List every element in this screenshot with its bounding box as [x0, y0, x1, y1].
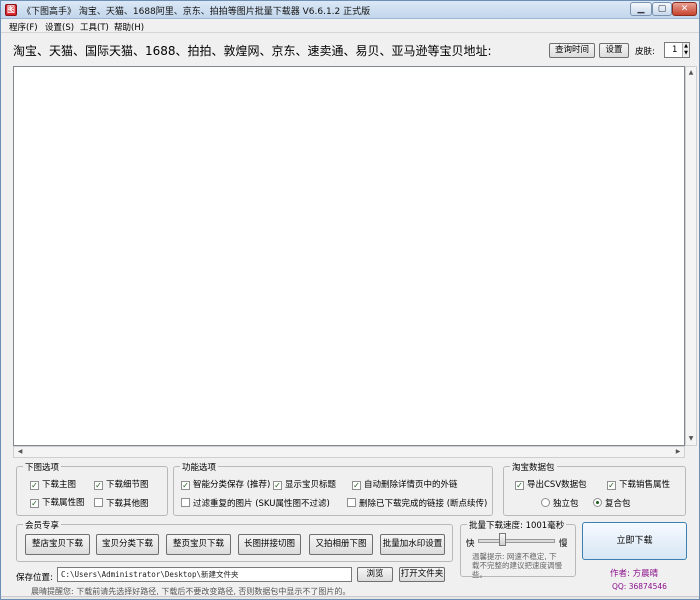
checkbox-remove-external-links[interactable]: ✓ 自动删除详情页中的外链 [352, 480, 458, 491]
checkmark-icon: ✓ [515, 481, 524, 490]
checkbox-attribute-image[interactable]: ✓ 下载属性图 [30, 498, 85, 509]
author-label: 作者: 方晨晴 [610, 569, 659, 579]
checkbox-filter-duplicates[interactable]: 过滤重复的图片 (SKU属性图不过滤) [181, 498, 330, 509]
checkbox-other-image[interactable]: 下载其他图 [94, 498, 149, 509]
horizontal-scrollbar[interactable]: ◀ ▶ [13, 446, 685, 458]
checkmark-icon: ✓ [273, 481, 282, 490]
checkmark-icon: ✓ [30, 499, 39, 508]
checkbox-main-image[interactable]: ✓ 下载主图 [30, 480, 76, 491]
checkbox-download-sales-attr[interactable]: ✓ 下载销售属性 [607, 480, 670, 491]
app-logo-icon: 图 [5, 4, 17, 16]
menu-tools[interactable]: 工具(T) [80, 21, 109, 33]
watermark-settings-button[interactable]: 批量加水印设置 [380, 534, 445, 555]
title-bar[interactable]: 图 《下图高手》 淘宝、天猫、1688阿里、京东、拍拍等图片批量下载器 V6.6… [1, 1, 699, 19]
scroll-left-icon[interactable]: ◀ [14, 447, 26, 457]
menu-help[interactable]: 帮助(H) [114, 21, 144, 33]
checkmark-icon: ✓ [352, 481, 361, 490]
open-folder-button[interactable]: 打开文件夹 [399, 567, 445, 582]
checkbox-detail-image[interactable]: ✓ 下载细节图 [94, 480, 149, 491]
speed-fast-label: 快 [466, 539, 475, 549]
checkbox-show-title[interactable]: ✓ 显示宝贝标题 [273, 480, 336, 491]
function-options-title: 功能选项 [180, 461, 219, 473]
maximize-button[interactable]: ▢ [652, 2, 672, 16]
skin-value: 1 [672, 45, 678, 55]
save-location-label: 保存位置: [16, 573, 53, 583]
long-image-button[interactable]: 长图拼接切图 [238, 534, 301, 555]
scroll-up-icon[interactable]: ▲ [686, 67, 696, 79]
checkmark-icon: ✓ [30, 481, 39, 490]
scroll-right-icon[interactable]: ▶ [672, 447, 684, 457]
app-window: 图 《下图高手》 淘宝、天猫、1688阿里、京东、拍拍等图片批量下载器 V6.6… [0, 0, 700, 600]
speed-slider-thumb[interactable] [499, 533, 506, 546]
download-now-button[interactable]: 立即下载 [582, 522, 687, 560]
menu-settings[interactable]: 设置(S) [45, 21, 74, 33]
address-label: 淘宝、天猫、国际天猫、1688、拍拍、敦煌网、京东、速卖通、易贝、亚马逊等宝贝地… [13, 44, 492, 58]
qq-label: QQ: 36874546 [612, 582, 667, 591]
browse-button[interactable]: 浏览 [357, 567, 393, 582]
checkbox-export-csv[interactable]: ✓ 导出CSV数据包 [515, 480, 587, 491]
stepper-arrows-icon[interactable]: ▲ ▼ [682, 43, 689, 57]
save-path-input[interactable]: C:\Users\Administrator\Desktop\新建文件夹 [57, 567, 352, 582]
speed-slider-track[interactable] [478, 539, 555, 543]
checkmark-icon: ✓ [181, 481, 190, 490]
checkmark-icon: ✓ [94, 481, 103, 490]
close-button[interactable]: ✕ [672, 2, 697, 16]
settings-button[interactable]: 设置 [599, 43, 629, 58]
category-download-button[interactable]: 宝贝分类下载 [96, 534, 159, 555]
shop-download-button[interactable]: 整店宝贝下载 [25, 534, 90, 555]
checkbox-delete-finished-links[interactable]: 删除已下载完成的链接 (断点续传) [347, 498, 487, 509]
speed-hint: 温馨提示: 网速不稳定, 下载不完整的建议把速度调慢些。 [472, 552, 562, 579]
member-title: 会员专享 [23, 519, 62, 531]
query-time-button[interactable]: 查询时间 [549, 43, 595, 58]
speed-title: 批量下载速度: 1001毫秒 [467, 519, 567, 531]
upai-album-button[interactable]: 又拍相册下图 [309, 534, 373, 555]
url-input-area[interactable] [13, 66, 685, 446]
skin-label: 皮肤: [635, 47, 655, 57]
status-bar [1, 596, 699, 599]
skin-stepper[interactable]: 1 ▲ ▼ [664, 42, 690, 58]
page-download-button[interactable]: 整页宝贝下载 [166, 534, 231, 555]
menu-program[interactable]: 程序(F) [9, 21, 38, 33]
vertical-scrollbar[interactable]: ▲ ▼ [685, 66, 697, 446]
window-title: 《下图高手》 淘宝、天猫、1688阿里、京东、拍拍等图片批量下载器 V6.6.1… [22, 7, 371, 17]
checkbox-smart-classify[interactable]: ✓ 智能分类保存 (推荐) [181, 480, 270, 491]
radio-composite-package[interactable]: 复合包 [593, 498, 631, 509]
download-options-title: 下图选项 [23, 461, 62, 473]
minimize-button[interactable]: ▁ [630, 2, 652, 16]
menu-bar: 程序(F) 设置(S) 工具(T) 帮助(H) [1, 19, 699, 33]
scroll-down-icon[interactable]: ▼ [686, 433, 696, 445]
checkmark-icon: ✓ [607, 481, 616, 490]
radio-single-package[interactable]: 独立包 [541, 498, 579, 509]
taobao-package-title: 淘宝数据包 [510, 461, 557, 473]
speed-slow-label: 慢 [559, 539, 568, 549]
